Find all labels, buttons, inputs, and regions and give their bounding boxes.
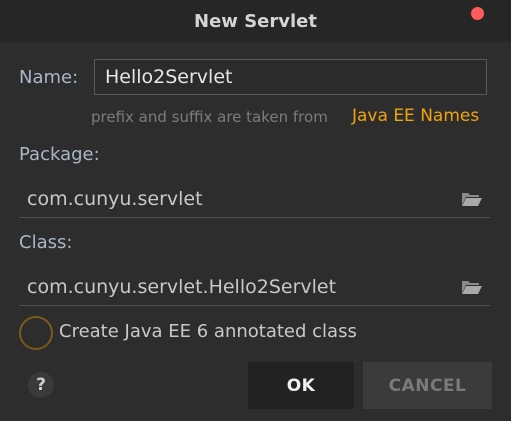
new-servlet-dialog: New Servlet Name: prefix and suffix are … xyxy=(0,0,511,421)
dialog-titlebar: New Servlet xyxy=(0,0,511,42)
class-value: com.cunyu.servlet.Hello2Servlet xyxy=(27,275,337,298)
name-hint: prefix and suffix are taken from xyxy=(91,108,328,126)
package-label: Package: xyxy=(19,144,100,165)
class-label: Class: xyxy=(19,232,73,253)
close-icon[interactable] xyxy=(471,7,484,20)
ok-button[interactable]: OK xyxy=(248,362,354,409)
annotation-checkbox[interactable] xyxy=(19,316,53,350)
cancel-button[interactable]: CANCEL xyxy=(363,362,492,409)
annotation-checkbox-label: Create Java EE 6 annotated class xyxy=(59,321,357,342)
folder-open-icon[interactable] xyxy=(460,190,484,208)
name-label: Name: xyxy=(19,67,79,88)
folder-open-icon[interactable] xyxy=(460,278,484,296)
package-value: com.cunyu.servlet xyxy=(27,187,203,210)
package-field[interactable]: com.cunyu.servlet xyxy=(19,180,490,218)
name-input[interactable] xyxy=(94,59,487,95)
annotation-checkbox-row[interactable]: Create Java EE 6 annotated class xyxy=(19,316,357,350)
class-field[interactable]: com.cunyu.servlet.Hello2Servlet xyxy=(19,268,490,306)
help-icon[interactable]: ? xyxy=(28,372,54,398)
dialog-title: New Servlet xyxy=(194,10,317,32)
java-ee-names-link[interactable]: Java EE Names xyxy=(352,106,479,126)
